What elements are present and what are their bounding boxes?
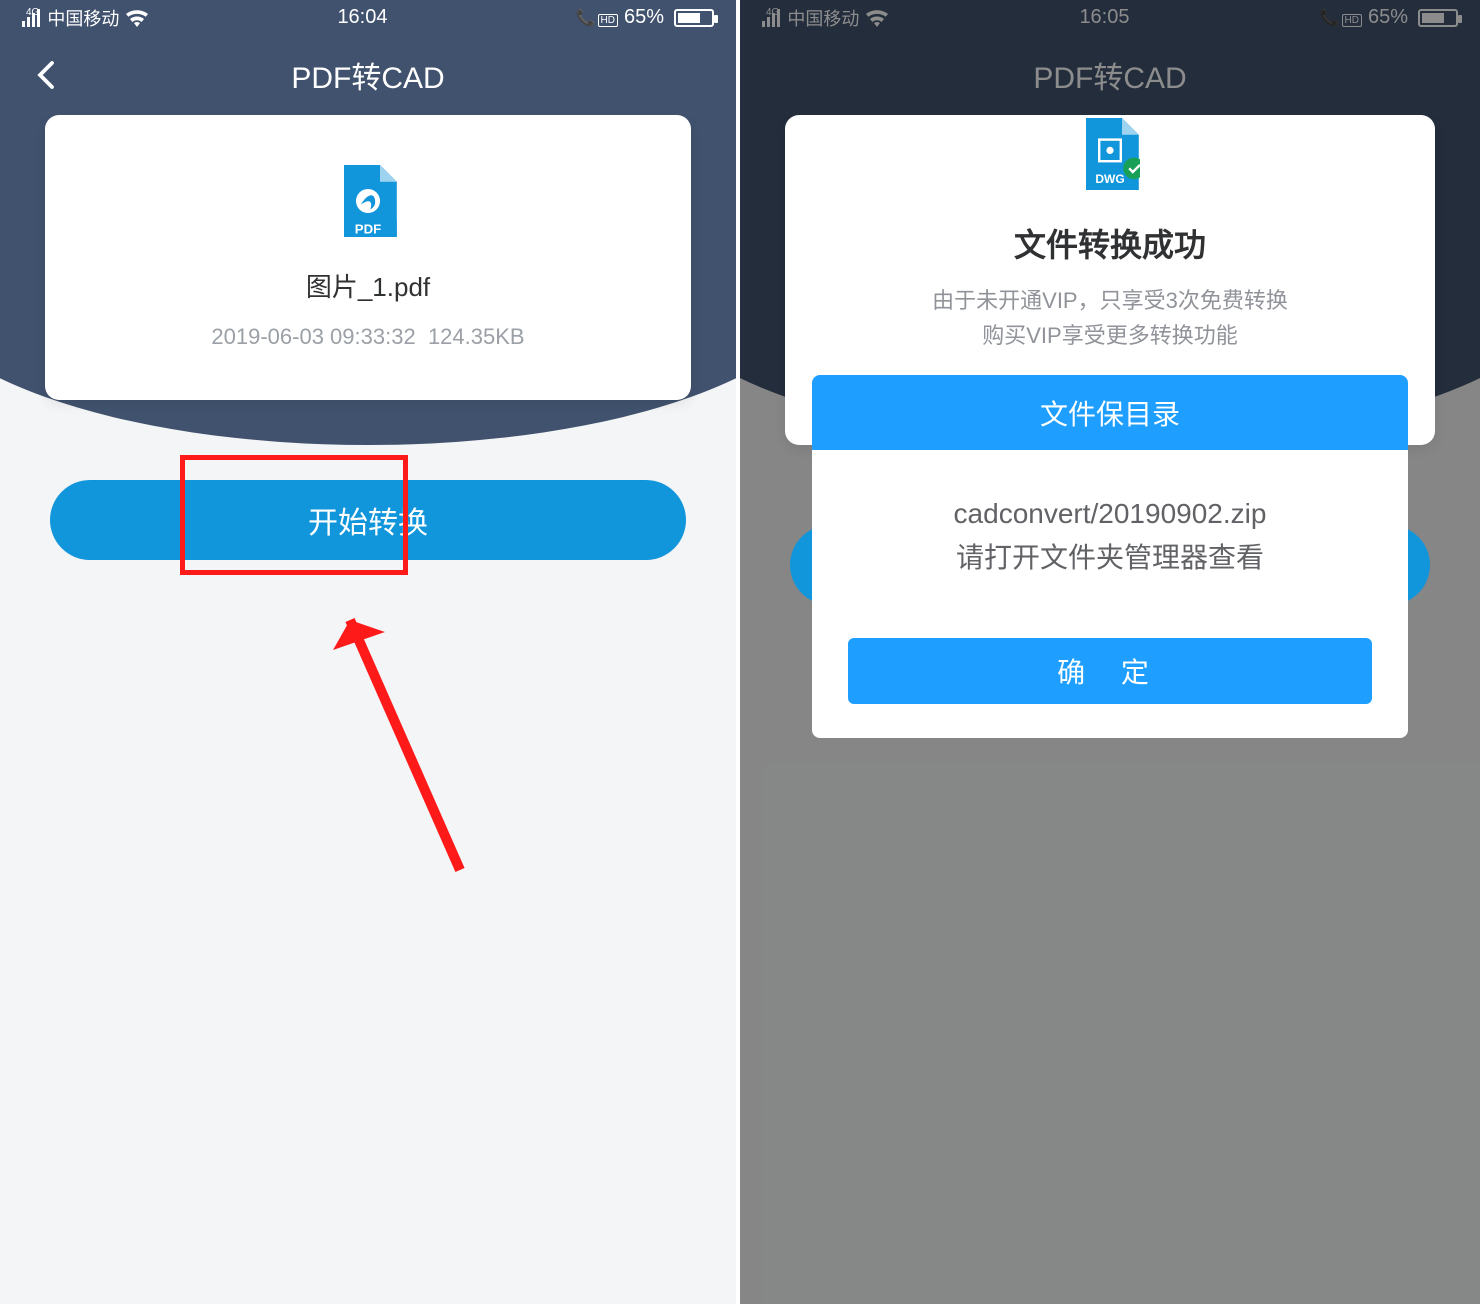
file-meta: 2019-06-03 09:33:32 124.35KB	[211, 324, 524, 350]
file-card: PDF 图片_1.pdf 2019-06-03 09:33:32 124.35K…	[45, 115, 691, 400]
battery-icon	[674, 9, 714, 27]
file-name: 图片_1.pdf	[306, 267, 430, 304]
svg-text:DWG: DWG	[1095, 172, 1124, 186]
dialog-title: 文件保目录	[812, 375, 1408, 450]
carrier-label: 中国移动	[47, 5, 119, 31]
page-title: PDF转CAD	[291, 53, 444, 97]
status-bar: 4G 中国移动 16:04 📞HD 65%	[0, 0, 736, 35]
start-convert-button[interactable]: 开始转换	[50, 480, 686, 560]
save-path-dialog: 文件保目录 cadconvert/20190902.zip 请打开文件夹管理器查…	[812, 375, 1408, 738]
dialog-hint: 请打开文件夹管理器查看	[848, 536, 1372, 576]
back-button[interactable]	[28, 57, 64, 93]
success-headline: 文件转换成功	[1014, 220, 1206, 266]
phone-right: 4G 中国移动 16:05 📞HD 65% PDF转CAD	[740, 0, 1480, 1304]
dialog-path: cadconvert/20190902.zip	[848, 498, 1372, 530]
title-bar: PDF转CAD	[0, 35, 736, 115]
battery-pct: 65%	[624, 6, 664, 29]
signal-icon: 4G	[22, 9, 39, 27]
success-subtext: 由于未开通VIP，只享受3次免费转换 购买VIP享受更多转换功能	[872, 284, 1348, 378]
call-hd-icon: 📞HD	[576, 8, 618, 28]
dialog-ok-button[interactable]: 确 定	[848, 638, 1372, 704]
svg-text:PDF: PDF	[355, 221, 381, 236]
dwg-file-icon: DWG	[1080, 118, 1140, 190]
phone-left: 4G 中国移动 16:04 📞HD 65% PDF转CAD	[0, 0, 740, 1304]
pdf-file-icon: PDF	[338, 165, 398, 237]
clock: 16:04	[337, 6, 387, 29]
wifi-icon	[125, 9, 149, 27]
